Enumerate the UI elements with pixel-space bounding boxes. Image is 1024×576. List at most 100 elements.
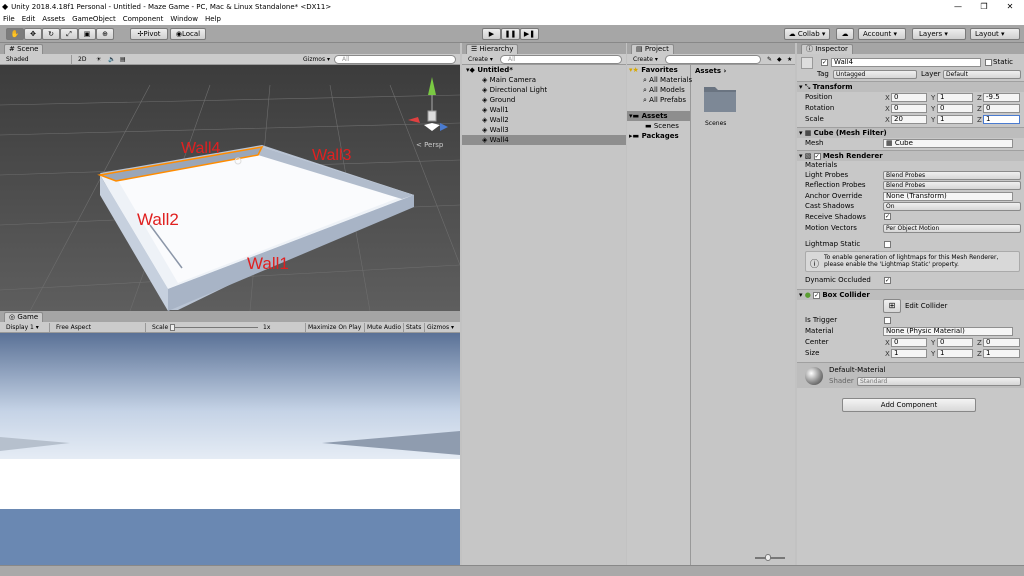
layout-dropdown[interactable]: Layout ▾ — [970, 28, 1020, 40]
aspect-dropdown[interactable]: Free Aspect — [54, 323, 146, 332]
label-icon[interactable]: ◆ — [775, 55, 784, 64]
step-button[interactable]: ▶❚ — [520, 28, 539, 40]
mode-2d-toggle[interactable]: 2D — [76, 55, 88, 64]
scale-slider-thumb[interactable] — [170, 324, 175, 331]
anchor-override-field[interactable]: None (Transform) — [883, 192, 1013, 201]
favorites-item[interactable]: ▾★ Favorites — [627, 65, 690, 75]
list-item[interactable]: ⌕ All Materials — [627, 75, 692, 85]
list-item[interactable]: ⌕ All Prefabs — [627, 95, 690, 105]
shading-dropdown[interactable]: Shaded — [4, 55, 72, 64]
center-y-field[interactable]: 0 — [937, 338, 973, 347]
collider-material-field[interactable]: None (Physic Material) — [883, 327, 1013, 336]
menu-edit[interactable]: Edit — [22, 15, 36, 23]
is-trigger-checkbox[interactable] — [884, 317, 891, 324]
position-x-field[interactable]: 0 — [891, 93, 927, 102]
menu-file[interactable]: File — [3, 15, 15, 23]
maximize-on-play-toggle[interactable]: Maximize On Play — [305, 323, 363, 332]
renderer-enabled-checkbox[interactable]: ✓ — [813, 152, 821, 160]
scale-z-field[interactable]: 1 — [983, 115, 1020, 124]
materials-foldout[interactable]: Materials — [805, 160, 837, 170]
star-icon[interactable]: ★ — [785, 55, 794, 64]
list-item[interactable]: ◈ Directional Light — [462, 85, 626, 95]
display-dropdown[interactable]: Display 1 ▾ — [4, 323, 50, 332]
project-search-input[interactable] — [665, 55, 761, 64]
tab-project[interactable]: ▤ Project — [631, 44, 674, 54]
menu-window[interactable]: Window — [170, 15, 198, 23]
object-name-field[interactable]: Wall4 — [831, 58, 981, 67]
services-cloud-button[interactable]: ☁ — [836, 28, 854, 40]
menu-help[interactable]: Help — [205, 15, 221, 23]
filter-icon[interactable]: ✎ — [765, 55, 774, 64]
mesh-filter-header[interactable]: ▾ ▦ Cube (Mesh Filter) — [797, 127, 1024, 138]
hierarchy-create-dropdown[interactable]: Create ▾ — [466, 55, 495, 64]
scale-y-field[interactable]: 1 — [937, 115, 973, 124]
account-dropdown[interactable]: Account ▾ — [858, 28, 906, 40]
scene-search-input[interactable]: All — [334, 55, 456, 64]
play-button[interactable]: ▶ — [482, 28, 501, 40]
scale-slider-track[interactable] — [170, 327, 258, 328]
list-item[interactable]: ⌕ All Models — [627, 85, 690, 95]
list-item[interactable]: ◈ Wall1 — [462, 105, 626, 115]
perspective-label[interactable]: < Persp — [416, 141, 444, 149]
list-item[interactable]: ◈ Main Camera — [462, 75, 626, 85]
lighting-icon[interactable]: ☀ — [94, 55, 103, 64]
local-toggle[interactable]: ◉Local — [170, 28, 206, 40]
receive-shadows-checkbox[interactable]: ✓ — [884, 213, 891, 220]
rotation-x-field[interactable]: 0 — [891, 104, 927, 113]
size-y-field[interactable]: 1 — [937, 349, 973, 358]
menu-gameobject[interactable]: GameObject — [72, 15, 116, 23]
rotation-z-field[interactable]: 0 — [983, 104, 1020, 113]
rect-tool-icon[interactable]: ▣ — [78, 28, 96, 40]
minimize-button[interactable]: — — [945, 0, 971, 13]
collab-button[interactable]: ☁ Collab ▾ — [784, 28, 830, 40]
game-viewport[interactable] — [0, 333, 460, 565]
scale-tool-icon[interactable]: ⤢ — [60, 28, 78, 40]
dynamic-occluded-checkbox[interactable]: ✓ — [884, 277, 891, 284]
hierarchy-search-input[interactable]: All — [500, 55, 622, 64]
lightmap-static-checkbox[interactable] — [884, 241, 891, 248]
active-checkbox[interactable]: ✓ — [821, 59, 828, 66]
layers-dropdown[interactable]: Layers ▾ — [912, 28, 966, 40]
list-item[interactable]: ◈ Wall2 — [462, 115, 626, 125]
scenes-folder-large-icon[interactable] — [703, 83, 737, 113]
tag-dropdown[interactable]: Untagged — [833, 70, 917, 79]
assets-folder-item[interactable]: ▾▬ Assets — [627, 111, 690, 121]
center-x-field[interactable]: 0 — [891, 338, 927, 347]
cast-shadows-dropdown[interactable]: On — [883, 202, 1021, 211]
position-y-field[interactable]: 1 — [937, 93, 973, 102]
light-probes-dropdown[interactable]: Blend Probes — [883, 171, 1021, 180]
effects-icon[interactable]: ▤ — [118, 55, 128, 64]
move-tool-icon[interactable]: ✥ — [24, 28, 42, 40]
project-breadcrumb[interactable]: Assets › — [695, 66, 726, 76]
size-z-field[interactable]: 1 — [983, 349, 1020, 358]
icon-size-slider-thumb[interactable] — [765, 554, 771, 561]
transform-header[interactable]: ▾ ⤡ Transform — [797, 81, 1024, 92]
hand-tool-icon[interactable]: ✋ — [6, 28, 24, 40]
menu-component[interactable]: Component — [123, 15, 164, 23]
stats-toggle[interactable]: Stats — [403, 323, 423, 332]
pivot-toggle[interactable]: ✢Pivot — [130, 28, 168, 40]
pause-button[interactable]: ❚❚ — [501, 28, 520, 40]
motion-vectors-dropdown[interactable]: Per Object Motion — [883, 224, 1021, 233]
scale-x-field[interactable]: 20 — [891, 115, 927, 124]
project-create-dropdown[interactable]: Create ▾ — [631, 55, 660, 64]
reflection-probes-dropdown[interactable]: Blend Probes — [883, 181, 1021, 190]
scene-root-item[interactable]: ▾◆ Untitled* — [462, 65, 626, 75]
packages-folder-item[interactable]: ▸▬ Packages — [627, 131, 690, 141]
gizmos-dropdown[interactable]: Gizmos ▾ — [301, 55, 332, 64]
tab-inspector[interactable]: ⓘ Inspector — [801, 44, 853, 54]
add-component-button[interactable]: Add Component — [842, 398, 976, 412]
list-item[interactable]: ◈ Wall3 — [462, 125, 626, 135]
size-x-field[interactable]: 1 — [891, 349, 927, 358]
maximize-button[interactable]: ❐ — [971, 0, 997, 13]
edit-collider-button[interactable]: ⊞ — [883, 299, 901, 313]
audio-icon[interactable]: 🔈 — [106, 55, 117, 64]
scene-viewport[interactable]: Wall4 Wall3 Wall2 Wall1 < Persp — [0, 65, 460, 311]
rotate-tool-icon[interactable]: ↻ — [42, 28, 60, 40]
game-gizmos-dropdown[interactable]: Gizmos ▾ — [424, 323, 456, 332]
tab-scene[interactable]: # Scene — [4, 44, 44, 54]
tab-game[interactable]: ◎ Game — [4, 312, 44, 322]
shader-dropdown[interactable]: Standard — [857, 377, 1021, 386]
static-checkbox[interactable] — [985, 59, 992, 66]
box-collider-header[interactable]: ▾ ● ✓ Box Collider — [797, 289, 1024, 300]
